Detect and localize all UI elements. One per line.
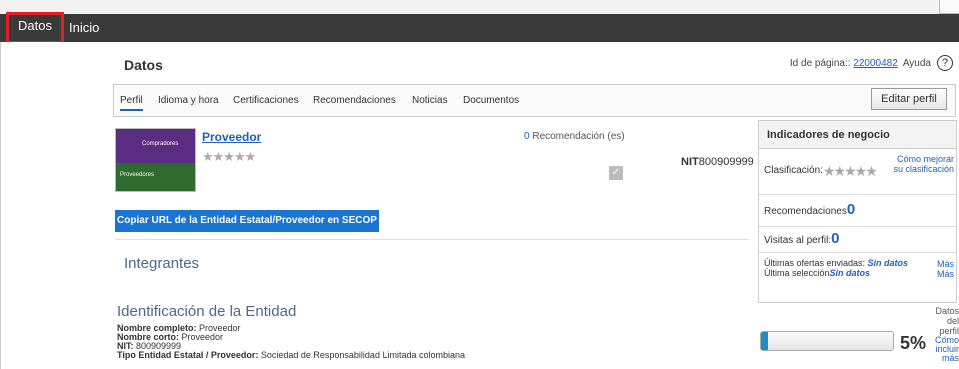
profile-progress-bar [760,331,894,351]
nav-datos[interactable]: Datos [6,12,64,44]
last-offers-label: Últimas ofertas enviadas: [764,258,868,268]
tab-idioma-y-hora[interactable]: Idioma y hora [158,95,219,106]
more-link-offers[interactable]: Más [934,259,954,269]
last-selection-value: Sin datos [829,268,871,278]
page-title: Datos [124,57,163,73]
members-title: Integrantes [124,255,200,272]
recommendations-row: Recomendaciones0 [764,201,855,218]
edit-profile-button[interactable]: Editar perfil [871,88,947,110]
page-id-label: Id de página:: [789,58,854,69]
page-id-link[interactable]: 22000482 [853,58,898,69]
tab-certificaciones[interactable]: Certificaciones [233,95,299,106]
last-offers-value: Sin datos [867,258,909,268]
supplier-recommendations: 0 Recomendación (es) [524,131,625,142]
page-left-border [0,42,1,369]
business-indicators-title: Indicadores de negocio [759,121,956,149]
logo-top-text: Compradores [142,141,179,147]
profile-data-label: Datos del perfil [935,306,959,336]
divider [759,226,956,227]
visits-row: Visitas al perfil:0 [764,230,839,247]
recommendations-label: Recomendaciones [764,206,847,217]
tab-recomendaciones[interactable]: Recomendaciones [313,95,396,106]
include-more-link[interactable]: Cómo incluir más [930,336,959,363]
help-label[interactable]: Ayuda [903,58,931,69]
visits-value[interactable]: 0 [831,230,839,247]
main-nav-bar [0,14,959,42]
copy-url-button[interactable]: Copiar URL de la Entidad Estatal/Proveed… [115,210,379,232]
supplier-name-link[interactable]: Proveedor [202,130,261,144]
last-activity: Últimas ofertas enviadas: Sin datos Últi… [764,258,908,278]
divider [759,194,956,195]
entity-details: Nombre completo: Proveedor Nombre corto:… [117,324,465,360]
profile-percent: 5% [900,333,927,353]
visits-label: Visitas al perfil: [764,235,832,246]
tab-perfil[interactable]: Perfil [120,95,143,111]
last-selection-label: Última selección [764,268,830,278]
supplier-nit: NIT800909999 [681,156,754,168]
classification-stars: ★★★★★ [823,163,878,179]
supplier-recommendations-label: Recomendación (es) [529,131,625,142]
recommendations-value[interactable]: 0 [847,201,855,218]
check-icon: ✓ [609,166,623,180]
entity-logo: Compradores Proveedores [115,128,196,192]
divider [759,252,956,253]
divider [115,239,749,240]
supplier-rating-stars: ★★★★★ [202,149,256,164]
short-name-value: Proveedor [179,332,224,342]
page-id: Id de página:: 22000482 Ayuda [790,58,931,69]
tab-noticias[interactable]: Noticias [412,95,448,106]
supplier-nit-label: NIT [681,156,699,168]
entity-type-label: Tipo Entidad Estatal / Proveedor: [117,350,259,360]
help-icon[interactable]: ? [937,55,953,71]
improve-classification-link[interactable]: Cómo mejorar su clasificación [888,154,954,174]
identification-title: Identificación de la Entidad [117,303,297,320]
nav-inicio[interactable]: Inicio [69,14,99,42]
logo-bottom-text: Proveedores [120,172,155,178]
window-corner [939,0,959,14]
tab-documentos[interactable]: Documentos [463,95,519,106]
more-link-selection[interactable]: Más [934,269,954,279]
supplier-nit-value: 800909999 [698,156,754,168]
entity-type-value: Sociedad de Responsabilidad Limitada col… [258,350,465,360]
classification-label: Clasificación: [764,165,823,176]
profile-progress-fill [761,332,768,350]
